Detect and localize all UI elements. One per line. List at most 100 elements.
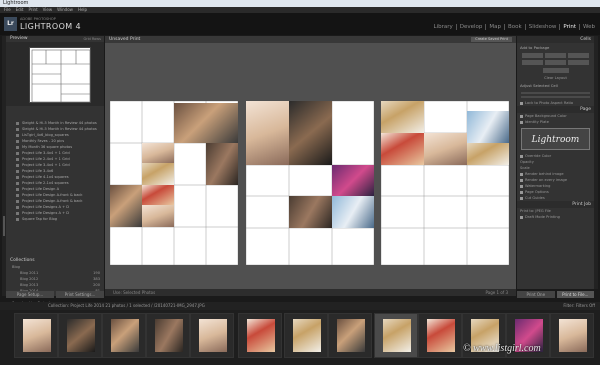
scroll-thumb[interactable]	[3, 216, 5, 236]
page-bg-label: Page Background Color	[525, 114, 567, 118]
collection-label: Blog	[12, 265, 20, 269]
template-item[interactable]: Square Tap for Blog	[6, 216, 104, 222]
module-slideshow[interactable]: Slideshow	[526, 24, 561, 30]
photo-cell[interactable]	[381, 101, 424, 133]
photo-cell[interactable]	[289, 101, 332, 165]
module-book[interactable]: Book	[505, 24, 526, 30]
thumb-image	[427, 319, 455, 352]
photo-cell[interactable]	[467, 143, 509, 165]
filmstrip-thumb[interactable]	[58, 313, 102, 358]
filmstrip-thumb[interactable]	[328, 313, 372, 358]
identity-plate-preview[interactable]: Lightroom	[521, 128, 590, 150]
photo-cell[interactable]	[332, 196, 374, 228]
page-setup-button[interactable]: Page Setup...	[6, 291, 54, 298]
module-picker: Library Develop Map Book Slideshow Print…	[431, 24, 599, 30]
center-toolbar: Use: Selected Photos Page 1 of 3	[105, 289, 516, 296]
opacity-label: Opacity	[520, 160, 534, 164]
photo-cell[interactable]	[110, 185, 142, 227]
lock-aspect-checkbox[interactable]: Lock to Photo Aspect Ratio	[517, 100, 594, 106]
photo-cell[interactable]	[246, 101, 289, 165]
module-print[interactable]: Print	[560, 24, 580, 30]
print-job-header[interactable]: Print Job	[517, 201, 594, 208]
thumb-image	[155, 319, 183, 352]
watermark-text: © www.listgirl.com	[463, 343, 541, 354]
photo-cell[interactable]	[142, 163, 174, 185]
print-one-button[interactable]: Print One	[517, 291, 555, 298]
filmstrip-thumb[interactable]	[102, 313, 146, 358]
photo-cell[interactable]	[174, 103, 238, 143]
thumb-image	[559, 319, 587, 352]
photo-cell[interactable]	[381, 133, 424, 165]
photo-cell[interactable]	[142, 205, 174, 227]
cell-size-button[interactable]	[522, 53, 543, 58]
filmstrip-filter[interactable]: Filter: Filters Off	[563, 302, 595, 310]
adjust-cell-label: Adjust Selected Cell	[520, 83, 558, 88]
thumb-image	[337, 319, 365, 352]
thumb-image	[383, 319, 411, 352]
brand-subtitle: ADOBE PHOTOSHOP	[20, 17, 56, 21]
filmstrip-thumb[interactable]	[146, 313, 190, 358]
module-map[interactable]: Map	[486, 24, 505, 30]
cell-width-slider[interactable]	[521, 96, 590, 98]
checkbox-icon	[520, 215, 523, 219]
draft-mode-checkbox[interactable]: Draft Mode Printing	[517, 214, 594, 220]
checkbox-icon	[520, 184, 523, 188]
filmstrip-source[interactable]: Collection: Project Life 2014 21 photos …	[48, 302, 205, 310]
cell-size-button[interactable]	[568, 60, 589, 65]
print-page-2[interactable]	[246, 101, 374, 265]
filmstrip-thumb[interactable]	[14, 313, 58, 358]
filmstrip-thumb[interactable]	[190, 313, 234, 358]
filmstrip-thumb[interactable]	[550, 313, 594, 358]
checkbox-icon	[520, 114, 523, 118]
print-to-file-button[interactable]: Print to File...	[556, 291, 594, 298]
filmstrip-thumb-selected[interactable]	[374, 313, 418, 358]
cells-header[interactable]: Cells	[517, 36, 594, 43]
new-page-button[interactable]	[542, 68, 569, 73]
filmstrip-thumb[interactable]	[284, 313, 328, 358]
clear-layout-button[interactable]: Clear Layout	[517, 75, 594, 81]
right-panel: Cells Add to Package Clear Layout Adjust…	[517, 36, 594, 289]
create-saved-print-button[interactable]: Create Saved Print	[471, 37, 512, 42]
use-selector[interactable]: Use: Selected Photos	[113, 290, 155, 295]
photo-cell[interactable]	[467, 111, 509, 143]
right-scrollbar[interactable]	[594, 36, 598, 289]
filter-label: Filter:	[563, 303, 575, 308]
module-develop[interactable]: Develop	[457, 24, 487, 30]
page-header[interactable]: Page	[517, 106, 594, 113]
print-page-3[interactable]	[381, 101, 509, 265]
thumb-image	[247, 319, 275, 352]
thumb-image	[111, 319, 139, 352]
cell-size-button[interactable]	[545, 53, 566, 58]
print-settings-button[interactable]: Print Settings...	[56, 291, 104, 298]
scale-label: Scale	[520, 166, 530, 170]
photo-cell[interactable]	[289, 196, 332, 228]
photo-cell[interactable]	[206, 143, 238, 185]
override-color-label: Override Color	[525, 154, 552, 158]
identity-plate-checkbox[interactable]: Identity Plate	[517, 119, 594, 125]
filmstrip-header: Collection: Project Life 2014 21 photos …	[0, 302, 600, 310]
cell-height-slider[interactable]	[521, 92, 590, 94]
window-title: Lightroom	[0, 0, 600, 7]
cut-guides-checkbox[interactable]: Cut Guides	[517, 195, 594, 201]
brand-title: LIGHTROOM 4	[20, 22, 82, 31]
left-panel-buttons: Page Setup... Print Settings...	[6, 291, 104, 298]
cell-size-button[interactable]	[522, 60, 543, 65]
print-to-value[interactable]: JPEG File	[535, 209, 550, 213]
cell-size-button[interactable]	[568, 53, 589, 58]
module-web[interactable]: Web	[580, 24, 598, 30]
photo-cell[interactable]	[142, 143, 174, 163]
document-title: Unsaved Print	[109, 37, 141, 42]
photo-cell[interactable]	[142, 185, 174, 205]
thumb-image	[23, 319, 51, 352]
filmstrip-thumb[interactable]	[238, 313, 282, 358]
print-page-1[interactable]	[110, 101, 238, 265]
watermarking-label: Watermarking	[525, 184, 551, 188]
photo-count: 21 photos / 1 selected /	[105, 303, 153, 308]
photo-cell[interactable]	[424, 133, 467, 165]
checkbox-icon	[520, 172, 523, 176]
filmstrip-thumb[interactable]	[418, 313, 462, 358]
module-library[interactable]: Library	[431, 24, 457, 30]
lock-aspect-label: Lock to Photo Aspect Ratio	[525, 101, 574, 105]
photo-cell[interactable]	[332, 165, 374, 196]
cell-size-button[interactable]	[545, 60, 566, 65]
